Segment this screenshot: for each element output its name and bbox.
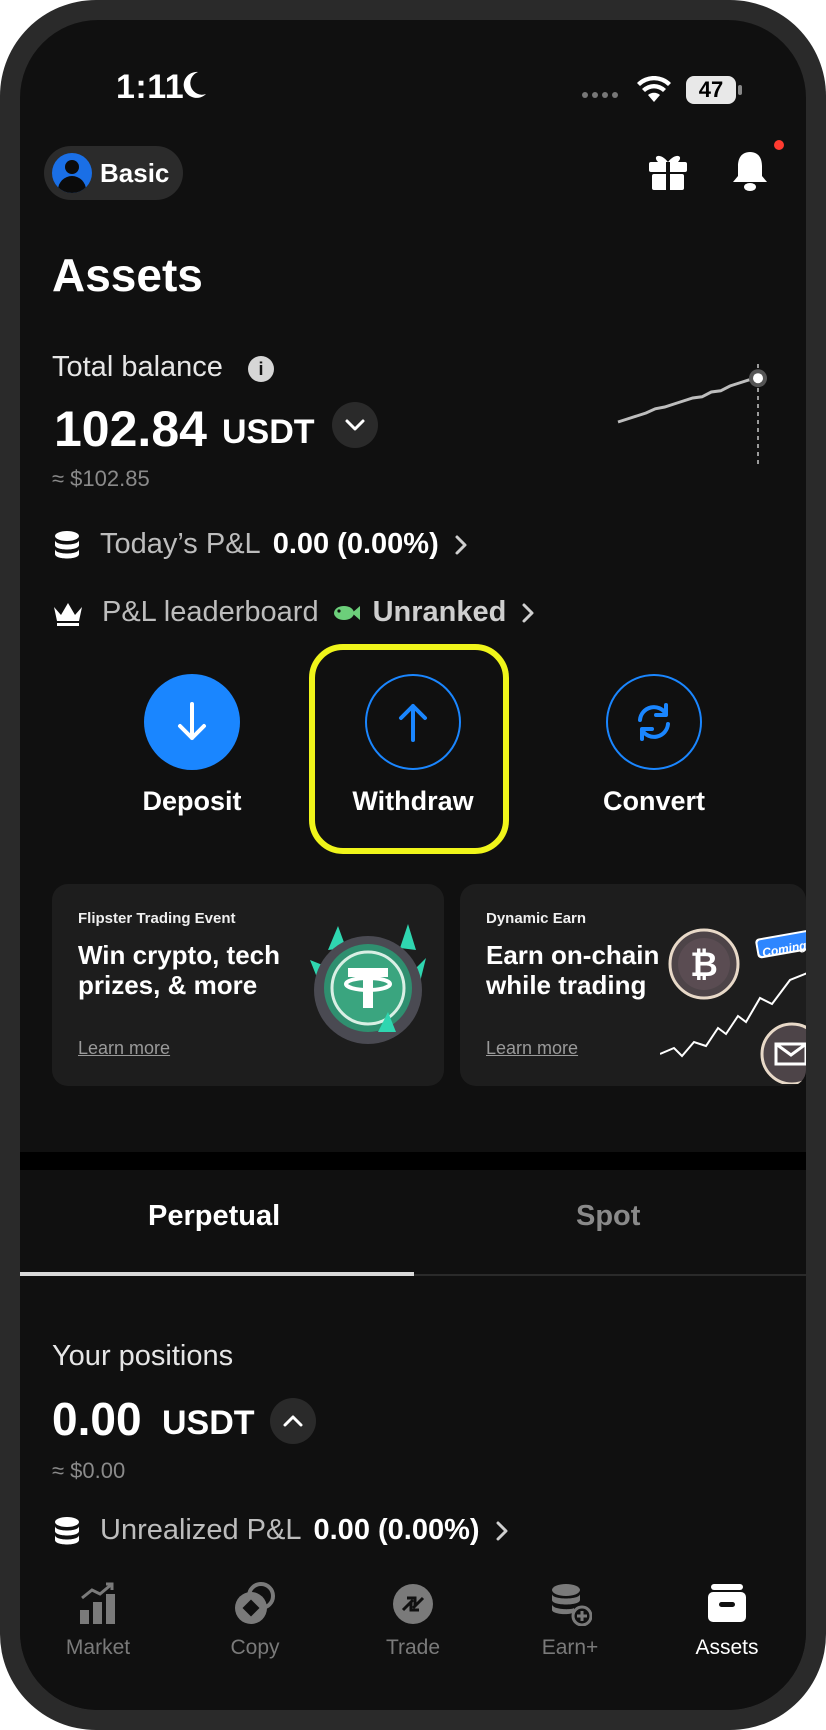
positions-unit: USDT xyxy=(162,1404,255,1442)
section-divider xyxy=(20,1152,806,1170)
chevron-right-icon xyxy=(455,535,467,554)
tether-coin-icon xyxy=(310,924,426,1044)
deposit-button[interactable]: Deposit xyxy=(112,674,272,817)
account-level-button[interactable]: Basic xyxy=(44,146,184,200)
nav-label: Market xyxy=(65,1636,131,1659)
chevron-right-icon xyxy=(496,1521,508,1540)
tab-perpetual[interactable]: Perpetual xyxy=(148,1200,280,1233)
leaderboard-row[interactable]: P&L leaderboard Unranked xyxy=(52,596,538,629)
battery-indicator: 47 xyxy=(686,76,736,104)
withdraw-highlight xyxy=(309,644,509,854)
nav-label: Copy xyxy=(230,1636,280,1659)
unrealized-pnl-label: Unrealized P&L xyxy=(100,1514,302,1546)
crown-icon xyxy=(54,602,82,626)
promo-card-trading-event[interactable]: Flipster Trading Event Win crypto, tech … xyxy=(52,884,444,1086)
notification-bell-icon[interactable] xyxy=(730,148,770,192)
nav-trade[interactable]: Trade xyxy=(343,1580,483,1660)
todays-pnl-label: Today’s P&L xyxy=(100,528,261,560)
wifi-icon xyxy=(637,76,671,102)
learn-more-link[interactable]: Learn more xyxy=(78,1038,170,1059)
account-level-label: Basic xyxy=(100,157,170,188)
positions-fiat: ≈ $0.00 xyxy=(52,1458,126,1483)
total-balance-unit: USDT xyxy=(222,413,315,451)
coins-stack-icon xyxy=(55,530,79,558)
sparkline-dot xyxy=(753,373,763,384)
promo-card-dynamic-earn[interactable]: Dynamic Earn Earn on-chain while trading… xyxy=(460,884,806,1086)
balance-currency-dropdown[interactable] xyxy=(332,402,378,448)
leaderboard-status: Unranked xyxy=(372,596,507,628)
svg-text:₿: ₿ xyxy=(690,946,718,984)
unrealized-pnl-row[interactable]: Unrealized P&L 0.00 (0.00%) xyxy=(52,1514,512,1547)
chevron-up-icon xyxy=(283,1415,303,1427)
total-balance-fiat: ≈ $102.85 xyxy=(52,466,150,491)
active-tab-indicator xyxy=(20,1272,414,1276)
convert-icon xyxy=(638,703,670,741)
nav-copy[interactable]: Copy xyxy=(185,1580,325,1660)
chevron-down-icon xyxy=(345,419,365,431)
tab-divider xyxy=(414,1274,806,1276)
nav-assets[interactable]: Assets xyxy=(657,1580,797,1660)
assets-icon xyxy=(708,1584,746,1622)
unrealized-pnl-value: 0.00 (0.00%) xyxy=(313,1514,480,1546)
total-balance-label: Total balance xyxy=(52,351,223,383)
coins-stack-icon xyxy=(55,1516,79,1544)
total-balance-value: 102.84 xyxy=(54,401,207,457)
learn-more-link[interactable]: Learn more xyxy=(486,1038,578,1059)
bottom-nav: Market Copy Trade Earn+ Assets xyxy=(20,1572,806,1710)
status-time: 1:11 xyxy=(116,68,185,106)
device-frame: 1:11 47 Basic Assets Total balance i 102… xyxy=(0,0,826,1730)
positions-value: 0.00 xyxy=(52,1393,142,1445)
todays-pnl-value: 0.00 (0.00%) xyxy=(272,528,439,560)
nav-earn[interactable]: Earn+ xyxy=(500,1580,640,1660)
convert-button[interactable]: Convert xyxy=(574,674,734,817)
balance-sparkline xyxy=(617,364,767,468)
todays-pnl-row[interactable]: Today’s P&L 0.00 (0.00%) xyxy=(52,528,471,561)
notification-dot xyxy=(774,140,784,150)
page-title: Assets xyxy=(52,249,203,301)
card-kicker: Dynamic Earn xyxy=(486,910,587,927)
signal-icon xyxy=(582,92,618,98)
battery-tip xyxy=(738,85,742,95)
leaderboard-label: P&L leaderboard xyxy=(102,596,319,628)
earn-icon xyxy=(552,1584,592,1626)
gift-icon[interactable] xyxy=(646,150,690,192)
app-screen: 1:11 47 Basic Assets Total balance i 102… xyxy=(20,20,806,1710)
fish-icon xyxy=(333,605,360,620)
trade-icon xyxy=(393,1584,433,1624)
nav-label: Trade xyxy=(385,1636,441,1659)
avatar xyxy=(52,153,92,193)
arrow-down-icon xyxy=(178,702,206,740)
moon-icon xyxy=(183,71,206,98)
sparkline-path xyxy=(617,376,759,424)
card-kicker: Flipster Trading Event xyxy=(78,910,236,927)
market-icon xyxy=(80,1582,115,1624)
tab-spot[interactable]: Spot xyxy=(576,1200,640,1233)
chevron-right-icon xyxy=(522,603,534,622)
nav-market[interactable]: Market xyxy=(28,1580,168,1660)
positions-collapse-button[interactable] xyxy=(270,1398,316,1444)
nav-label: Assets xyxy=(695,1636,759,1659)
convert-circle xyxy=(606,674,702,770)
copy-icon xyxy=(235,1582,275,1624)
info-icon[interactable]: i xyxy=(248,356,274,382)
nav-label: Earn+ xyxy=(541,1636,599,1659)
convert-label: Convert xyxy=(602,786,705,816)
deposit-circle xyxy=(144,674,240,770)
positions-label: Your positions xyxy=(52,1340,234,1372)
deposit-label: Deposit xyxy=(142,786,242,816)
card-title: Win crypto, tech prizes, & more xyxy=(78,940,281,1000)
